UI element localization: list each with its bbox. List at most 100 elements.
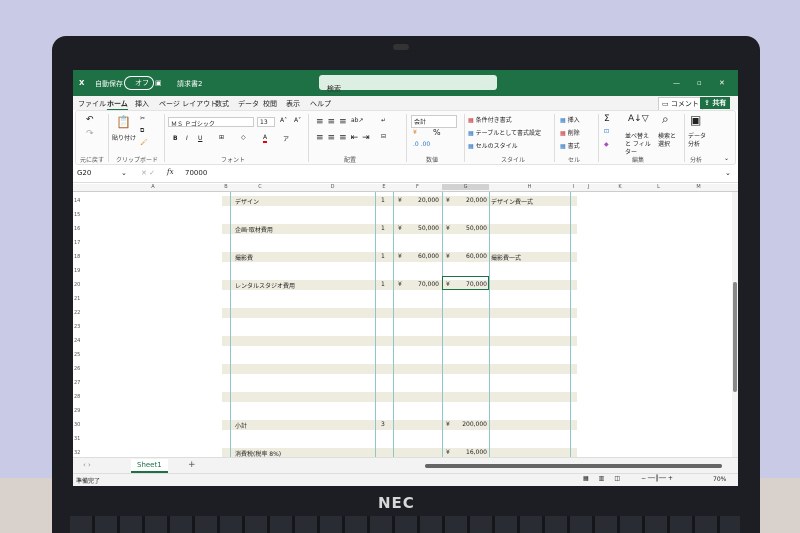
row-number[interactable]: 22 [74,310,80,316]
cell-note[interactable]: デザイン費一式 [491,197,533,206]
tab-formulas[interactable]: 数式 [215,99,229,109]
comment-button[interactable]: ▭ コメント [658,97,703,111]
merge-icon[interactable]: ⊟ [381,133,386,140]
cell-unit-price[interactable]: 70,000 [411,281,439,288]
currency-icon[interactable]: ¥ [413,129,417,136]
restore-button[interactable]: ▫ [697,79,702,87]
cell-amount[interactable]: 50,000 [459,225,487,232]
sort-filter-button[interactable]: 並べ替えと フィルター [625,133,653,157]
sheet-nav-arrows[interactable]: ‹ › [83,461,91,469]
row-number[interactable]: 21 [74,296,80,302]
expand-formula-icon[interactable]: ⌄ [725,169,731,177]
row-number[interactable]: 23 [74,324,80,330]
close-button[interactable]: ✕ [719,79,725,87]
column-header-H[interactable]: H [489,184,570,190]
column-header-L[interactable]: L [640,184,677,190]
row-number[interactable]: 30 [74,422,80,428]
cell-item-name[interactable]: デザイン [235,197,259,206]
cell-note[interactable]: 撮影費一式 [491,253,521,262]
column-header-K[interactable]: K [600,184,640,190]
borders-icon[interactable]: ⊞ [219,134,224,141]
column-header-J[interactable]: J [577,184,600,190]
cell-amount-currency[interactable]: ¥ [446,225,450,232]
format-painter-icon[interactable]: 🖌 [140,139,148,146]
column-header-E[interactable]: E [375,184,393,190]
cell-quantity[interactable]: 3 [381,421,385,428]
horizontal-align-icons[interactable]: ≡≡≡⇤⇥ [316,133,374,143]
font-size-select[interactable]: 13 [257,117,275,127]
tab-review[interactable]: 校閲 [263,99,277,109]
cell-quantity[interactable]: 1 [381,225,385,232]
column-header-M[interactable]: M [677,184,720,190]
insert-cells-button[interactable]: ▦ 挿入 [560,115,580,124]
row-number[interactable]: 26 [74,366,80,372]
cell-amount-currency[interactable]: ¥ [446,197,450,204]
cell-amount-currency[interactable]: ¥ [446,449,450,456]
shrink-font-icon[interactable]: A˅ [294,117,301,124]
paste-icon[interactable]: 📋 [116,115,131,129]
copy-icon[interactable]: ⧉ [140,127,144,135]
orientation-icon[interactable]: ab↗ [351,117,364,124]
cell-unit-price[interactable]: 20,000 [411,197,439,204]
cell-unit-price-currency[interactable]: ¥ [398,225,402,232]
row-number[interactable]: 19 [74,268,80,274]
row-number[interactable]: 14 [74,198,80,204]
horizontal-scrollbar[interactable] [425,464,722,468]
column-header-A[interactable]: A [84,184,222,190]
grow-font-icon[interactable]: A˄ [280,117,287,124]
row-number[interactable]: 25 [74,352,80,358]
column-header-I[interactable]: I [570,184,577,190]
format-cells-button[interactable]: ▦ 書式 [560,141,580,150]
cell-styles-button[interactable]: ▦ セルのスタイル [468,141,518,150]
cell-item-name[interactable]: 企画·取材費用 [235,225,273,234]
autosum-button[interactable]: Σ [604,114,610,124]
cell-item-name[interactable]: レンタルスタジオ費用 [235,281,295,290]
cell-quantity[interactable]: 1 [381,281,385,288]
formula-input[interactable]: 70000 [185,169,207,177]
cell-amount-currency[interactable]: ¥ [446,253,450,260]
cell-unit-price-currency[interactable]: ¥ [398,253,402,260]
cell-item-name[interactable]: 小計 [235,421,247,430]
row-number[interactable]: 32 [74,450,80,456]
cell-item-name[interactable]: 撮影費 [235,253,253,262]
cell-quantity[interactable]: 1 [381,197,385,204]
cell-unit-price-currency[interactable]: ¥ [398,281,402,288]
tab-file[interactable]: ファイル [78,99,106,109]
cell-amount[interactable]: 200,000 [459,421,487,428]
cell-amount[interactable]: 60,000 [459,253,487,260]
clear-icon[interactable]: ◆ [604,141,609,148]
zoom-slider[interactable]: − ──┃── + [641,475,673,482]
undo-icon[interactable]: ↶ [86,115,94,125]
selected-cell-G20[interactable] [442,276,489,290]
tab-insert[interactable]: 挿入 [135,99,149,109]
cell-amount-currency[interactable]: ¥ [446,421,450,428]
format-as-table-button[interactable]: ▦ テーブルとして書式設定 [468,128,541,137]
vertical-align-icons[interactable]: ≡≡≡ [316,117,351,127]
conditional-format-button[interactable]: ▦ 条件付き書式 [468,115,512,124]
search-box[interactable]: ⌕ 検索 [319,75,497,93]
view-buttons[interactable]: ▦▥◫ [583,475,630,482]
cancel-icon[interactable]: ✕ ✓ [141,169,155,177]
row-number[interactable]: 17 [74,240,80,246]
fill-color-icon[interactable]: ◇ [241,134,246,141]
tab-page-layout[interactable]: ページ レイアウト [159,99,217,109]
row-number[interactable]: 29 [74,408,80,414]
cell-quantity[interactable]: 1 [381,253,385,260]
save-icon[interactable]: ▣ [155,79,162,87]
fill-icon[interactable]: ⊡ [604,128,609,135]
minimize-button[interactable]: — [673,79,680,87]
percent-button[interactable]: % [433,128,441,137]
cell-amount[interactable]: 16,000 [459,449,487,456]
tab-data[interactable]: データ [238,99,259,109]
worksheet-grid[interactable]: 14 デザイン 1 ¥20,000 ¥20,000 デザイン費一式 15 16 企画·取材費用 1… [73,192,733,458]
share-button[interactable]: ⇪ 共有 [700,97,731,109]
column-header-C[interactable]: C [230,184,290,190]
add-sheet-button[interactable]: + [188,460,196,470]
tab-view[interactable]: 表示 [286,99,300,109]
row-number[interactable]: 27 [74,380,80,386]
decimal-icons[interactable]: .0 .00 [413,141,430,148]
tab-help[interactable]: ヘルプ [310,99,331,109]
data-analysis-button[interactable]: データ 分析 [688,133,710,149]
bold-button[interactable]: B [173,135,178,142]
row-number[interactable]: 15 [74,212,80,218]
